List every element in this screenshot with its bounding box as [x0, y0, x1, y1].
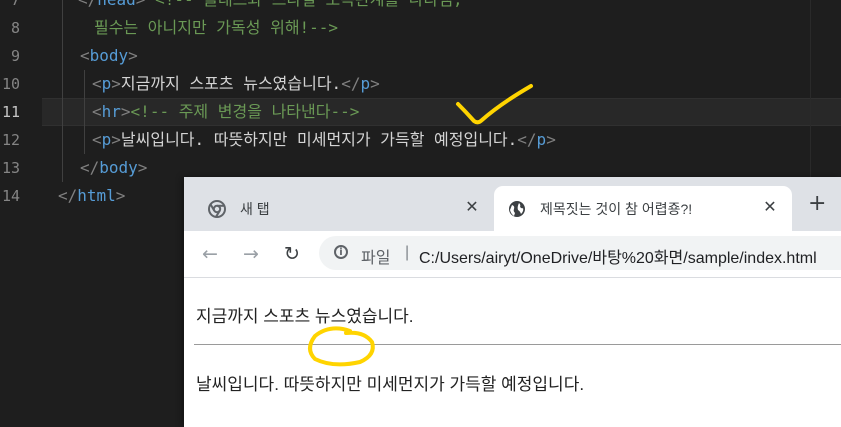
circle-annotation [308, 326, 375, 367]
checkmark-annotation [456, 84, 533, 125]
annotation-overlay [308, 84, 533, 367]
